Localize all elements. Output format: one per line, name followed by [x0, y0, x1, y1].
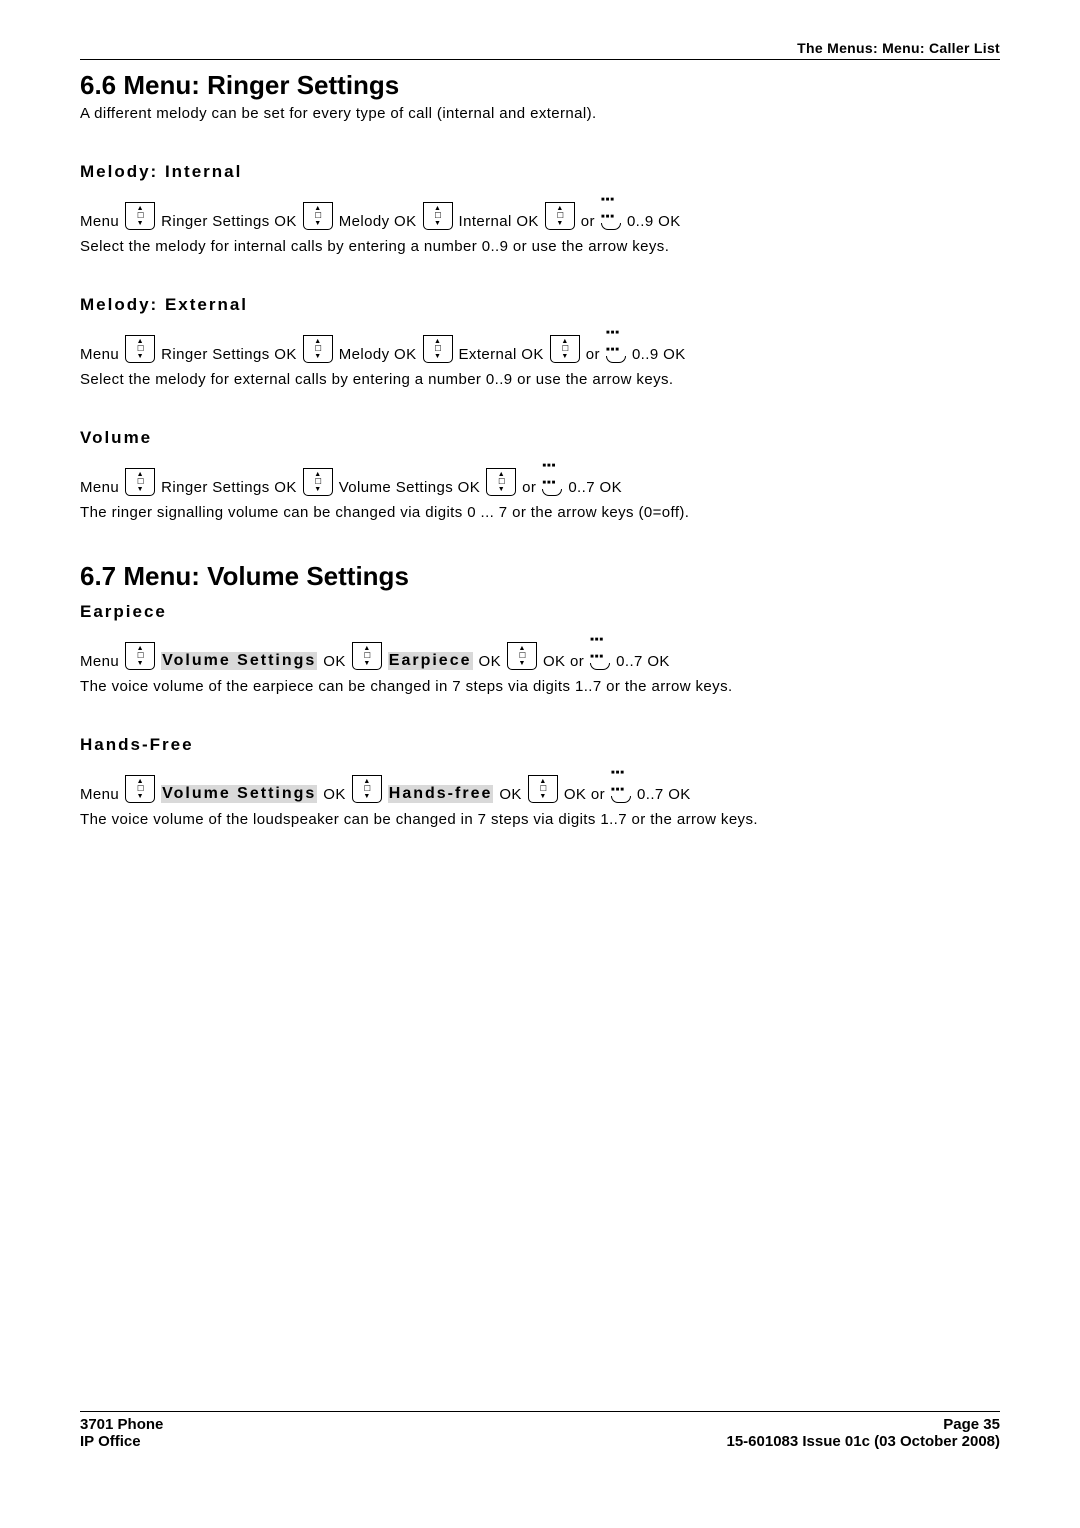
range-0-7-ok: 0..7 OK	[616, 653, 670, 670]
ok-or-label: OK or	[564, 786, 605, 803]
arrow-key-icon: ☐	[486, 468, 516, 496]
ok-label: OK	[323, 786, 345, 803]
ok-label: OK	[323, 653, 345, 670]
arrow-key-icon: ☐	[125, 335, 155, 363]
keypad-icon	[542, 454, 562, 496]
arrow-key-icon: ☐	[303, 202, 333, 230]
menu-label: Menu	[80, 346, 119, 363]
arrow-key-icon: ☐	[125, 642, 155, 670]
range-0-7-ok: 0..7 OK	[568, 479, 622, 496]
arrow-key-icon: ☐	[352, 775, 382, 803]
melody-ok: Melody OK	[339, 213, 417, 230]
handsfree-hl: Hands-free	[388, 785, 494, 803]
ringer-settings-ok: Ringer Settings OK	[161, 346, 297, 363]
arrow-key-icon: ☐	[352, 642, 382, 670]
keypad-icon	[601, 188, 621, 230]
handsfree-heading: Hands-Free	[80, 735, 1000, 755]
page: The Menus: Menu: Caller List 6.6 Menu: R…	[0, 0, 1080, 1480]
footer-page-number: Page 35	[726, 1416, 1000, 1433]
arrow-key-icon: ☐	[423, 202, 453, 230]
page-footer: 3701 Phone IP Office Page 35 15-601083 I…	[80, 1411, 1000, 1450]
keypad-icon	[606, 321, 626, 363]
ok-or-label: OK or	[543, 653, 584, 670]
handsfree-desc: The voice volume of the loudspeaker can …	[80, 811, 1000, 828]
arrow-key-icon: ☐	[545, 202, 575, 230]
volume-heading: Volume	[80, 428, 1000, 448]
internal-ok: Internal OK	[459, 213, 539, 230]
volume-settings-hl: Volume Settings	[161, 652, 317, 670]
arrow-key-icon: ☐	[507, 642, 537, 670]
volume-desc: The ringer signalling volume can be chan…	[80, 504, 1000, 521]
arrow-key-icon: ☐	[528, 775, 558, 803]
or-label: or	[586, 346, 600, 363]
arrow-key-icon: ☐	[303, 468, 333, 496]
range-0-7-ok: 0..7 OK	[637, 786, 691, 803]
melody-external-path: Menu ☐ Ringer Settings OK ☐ Melody OK ☐ …	[80, 321, 1000, 363]
melody-internal-path: Menu ☐ Ringer Settings OK ☐ Melody OK ☐ …	[80, 188, 1000, 230]
section-6-7-title: 6.7 Menu: Volume Settings	[80, 561, 1000, 592]
range-0-9-ok: 0..9 OK	[632, 346, 686, 363]
earpiece-hl: Earpiece	[388, 652, 473, 670]
ringer-settings-ok: Ringer Settings OK	[161, 213, 297, 230]
arrow-key-icon: ☐	[125, 202, 155, 230]
footer-product: IP Office	[80, 1433, 163, 1450]
keypad-icon	[590, 628, 610, 670]
ringer-settings-ok: Ringer Settings OK	[161, 479, 297, 496]
melody-internal-heading: Melody: Internal	[80, 162, 1000, 182]
earpiece-desc: The voice volume of the earpiece can be …	[80, 678, 1000, 695]
menu-label: Menu	[80, 213, 119, 230]
arrow-key-icon: ☐	[125, 468, 155, 496]
or-label: or	[581, 213, 595, 230]
arrow-key-icon: ☐	[303, 335, 333, 363]
footer-phone-model: 3701 Phone	[80, 1416, 163, 1433]
melody-external-heading: Melody: External	[80, 295, 1000, 315]
menu-label: Menu	[80, 653, 119, 670]
melody-internal-desc: Select the melody for internal calls by …	[80, 238, 1000, 255]
or-label: or	[522, 479, 536, 496]
footer-doc-issue: 15-601083 Issue 01c (03 October 2008)	[726, 1433, 1000, 1450]
volume-settings-hl: Volume Settings	[161, 785, 317, 803]
volume-path: Menu ☐ Ringer Settings OK ☐ Volume Setti…	[80, 454, 1000, 496]
external-ok: External OK	[459, 346, 544, 363]
ok-label: OK	[499, 786, 521, 803]
menu-label: Menu	[80, 479, 119, 496]
range-0-9-ok: 0..9 OK	[627, 213, 681, 230]
running-header: The Menus: Menu: Caller List	[80, 40, 1000, 60]
earpiece-heading: Earpiece	[80, 602, 1000, 622]
ok-label: OK	[479, 653, 501, 670]
arrow-key-icon: ☐	[550, 335, 580, 363]
section-6-6-title: 6.6 Menu: Ringer Settings	[80, 70, 1000, 101]
keypad-icon	[611, 761, 631, 803]
menu-label: Menu	[80, 786, 119, 803]
arrow-key-icon: ☐	[423, 335, 453, 363]
section-6-6-lead: A different melody can be set for every …	[80, 105, 1000, 122]
melody-external-desc: Select the melody for external calls by …	[80, 371, 1000, 388]
volume-settings-ok: Volume Settings OK	[339, 479, 480, 496]
arrow-key-icon: ☐	[125, 775, 155, 803]
earpiece-path: Menu ☐ Volume Settings OK ☐ Earpiece OK …	[80, 628, 1000, 670]
melody-ok: Melody OK	[339, 346, 417, 363]
handsfree-path: Menu ☐ Volume Settings OK ☐ Hands-free O…	[80, 761, 1000, 803]
